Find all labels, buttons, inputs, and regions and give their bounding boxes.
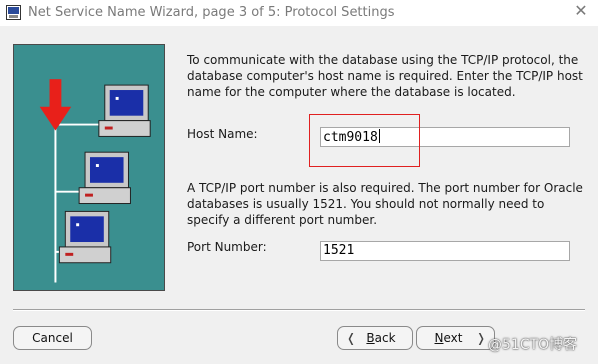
- left-chevron-icon: ❬: [346, 331, 357, 345]
- back-mnemonic: B: [366, 331, 375, 345]
- back-button[interactable]: ❬ Back: [337, 326, 413, 350]
- window-title: Net Service Name Wizard, page 3 of 5: Pr…: [28, 5, 395, 20]
- annotation-highlight-box: [309, 114, 420, 167]
- port-number-input[interactable]: 1521: [320, 241, 570, 261]
- wizard-client-area: To communicate with the database using t…: [0, 26, 598, 364]
- watermark: @51CTO博客: [488, 337, 578, 353]
- port-number-value: 1521: [323, 243, 355, 258]
- port-instructions: A TCP/IP port number is also required. T…: [187, 181, 583, 227]
- next-mnemonic: N: [434, 331, 444, 345]
- computer-2-icon: [78, 151, 131, 205]
- computer-1-icon: [98, 84, 151, 137]
- close-icon[interactable]: ✕: [572, 2, 590, 20]
- port-number-label: Port Number:: [187, 240, 267, 254]
- next-button[interactable]: Next ❭: [416, 326, 495, 350]
- cancel-button[interactable]: Cancel: [13, 326, 92, 350]
- next-label: ext: [443, 331, 463, 345]
- back-label: ack: [374, 331, 396, 345]
- button-separator: [13, 309, 585, 311]
- right-chevron-icon: ❭: [475, 331, 486, 345]
- host-name-label: Host Name:: [187, 127, 258, 141]
- computer-3-icon: [58, 210, 112, 264]
- host-instructions: To communicate with the database using t…: [187, 53, 583, 99]
- network-computers-illustration: [13, 44, 165, 291]
- title-bar: Net Service Name Wizard, page 3 of 5: Pr…: [0, 0, 598, 26]
- app-wizard-icon: [6, 5, 21, 20]
